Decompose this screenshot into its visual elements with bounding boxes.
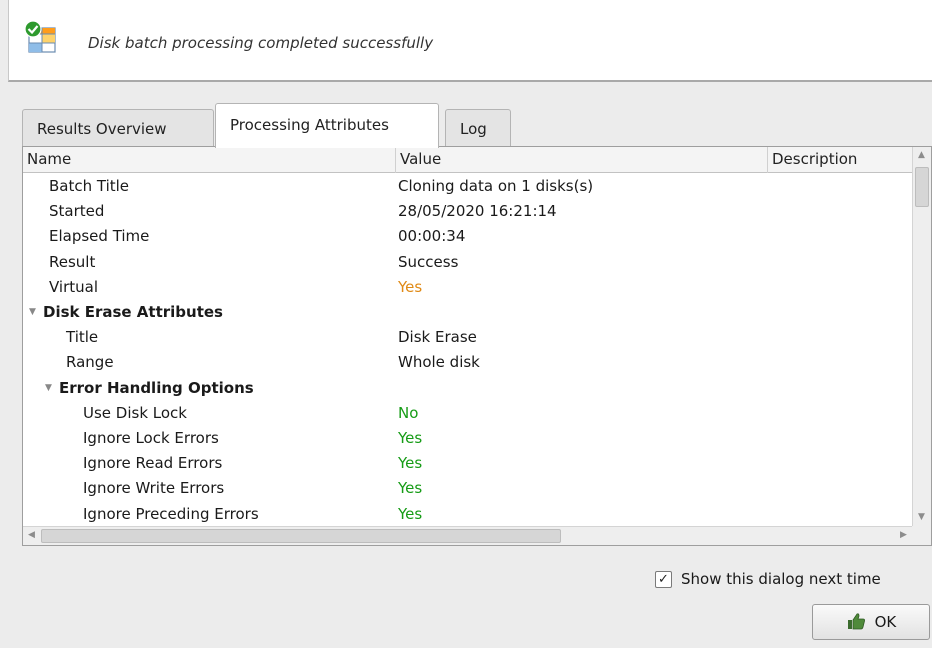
tab-processing-attributes[interactable]: Processing Attributes xyxy=(215,103,439,148)
table-row[interactable]: Ignore Preceding Errors Yes xyxy=(23,501,912,527)
scroll-corner xyxy=(912,526,931,545)
row-value: Yes xyxy=(398,429,423,447)
row-name: Elapsed Time xyxy=(49,227,150,246)
table-header: Name Value Description xyxy=(23,147,912,173)
row-name: Ignore Preceding Errors xyxy=(83,504,259,523)
row-value: Success xyxy=(398,252,459,271)
column-header-description[interactable]: Description xyxy=(768,147,914,173)
table-row[interactable]: Use Disk Lock No xyxy=(23,400,912,426)
expand-arrow-icon[interactable]: ▼ xyxy=(45,375,57,401)
column-header-value[interactable]: Value xyxy=(396,147,768,173)
scroll-right-icon[interactable]: ▶ xyxy=(895,527,912,544)
show-dialog-checkbox[interactable]: ✓ xyxy=(655,571,672,588)
row-name: Result xyxy=(49,252,96,271)
row-name: Title xyxy=(66,328,99,347)
attributes-table: Name Value Description Batch Title Clonin… xyxy=(22,146,932,546)
table-row[interactable]: Ignore Write Errors Yes xyxy=(23,475,912,501)
horizontal-scrollbar[interactable]: ◀ ▶ xyxy=(23,526,912,545)
row-name: Ignore Read Errors xyxy=(83,454,223,473)
table-row[interactable]: Ignore Read Errors Yes xyxy=(23,450,912,476)
row-name: Use Disk Lock xyxy=(83,403,187,422)
row-name: Started xyxy=(49,202,105,221)
row-name: Batch Title xyxy=(49,177,130,195)
row-value: Whole disk xyxy=(398,353,480,372)
expand-arrow-icon[interactable]: ▼ xyxy=(29,299,41,325)
table-row[interactable]: Started 28/05/2020 16:21:14 xyxy=(23,198,912,224)
row-value: 00:00:34 xyxy=(398,227,466,246)
show-dialog-label[interactable]: Show this dialog next time xyxy=(681,570,881,588)
row-name: Error Handling Options xyxy=(59,378,254,397)
row-value: Yes xyxy=(398,479,423,498)
completion-message: Disk batch processing completed successf… xyxy=(88,34,434,52)
table-row[interactable]: Result Success xyxy=(23,249,912,275)
group-row[interactable]: ▼ Disk Erase Attributes xyxy=(23,299,912,325)
scroll-left-icon[interactable]: ◀ xyxy=(23,527,40,544)
row-name: Disk Erase Attributes xyxy=(43,303,223,321)
row-value: Cloning data on 1 disks(s) xyxy=(398,177,594,195)
row-value: Yes xyxy=(398,454,423,473)
row-value: Disk Erase xyxy=(398,328,477,347)
scroll-down-icon[interactable]: ▼ xyxy=(913,509,930,526)
table-body: Batch Title Cloning data on 1 disks(s) Sta… xyxy=(23,173,912,526)
batch-success-icon xyxy=(24,20,56,53)
row-name: Range xyxy=(66,353,114,372)
row-value: Yes xyxy=(398,277,423,296)
tab-bar: Results Overview Processing Attributes L… xyxy=(22,103,932,148)
table-row[interactable]: Batch Title Cloning data on 1 disks(s) xyxy=(23,173,912,199)
row-value: Yes xyxy=(398,504,423,523)
ok-label: OK xyxy=(874,613,897,631)
scroll-up-icon[interactable]: ▲ xyxy=(913,147,930,164)
row-value: 28/05/2020 16:21:14 xyxy=(398,202,557,221)
table-row[interactable]: Elapsed Time 00:00:34 xyxy=(23,223,912,249)
row-name: Virtual xyxy=(49,277,99,296)
row-value: No xyxy=(398,403,419,422)
group-row[interactable]: ▼ Error Handling Options xyxy=(23,375,912,401)
table-row[interactable]: Title Disk Erase xyxy=(23,324,912,350)
table-row[interactable]: Range Whole disk xyxy=(23,349,912,375)
row-name: Ignore Write Errors xyxy=(83,479,225,498)
table-row[interactable]: Ignore Lock Errors Yes xyxy=(23,425,912,451)
horizontal-scroll-thumb[interactable] xyxy=(41,529,561,543)
dialog-header: Disk batch processing completed successf… xyxy=(8,0,932,82)
tab-log[interactable]: Log xyxy=(445,109,511,147)
row-name: Ignore Lock Errors xyxy=(83,429,219,447)
thumbs-up-icon xyxy=(847,613,865,630)
table-row[interactable]: Virtual Yes xyxy=(23,274,912,300)
column-header-name[interactable]: Name xyxy=(23,147,396,173)
vertical-scrollbar[interactable]: ▲ ▼ xyxy=(912,147,931,526)
ok-button[interactable]: OK xyxy=(812,604,930,640)
vertical-scroll-thumb[interactable] xyxy=(915,167,929,207)
tab-results-overview[interactable]: Results Overview xyxy=(22,109,214,147)
